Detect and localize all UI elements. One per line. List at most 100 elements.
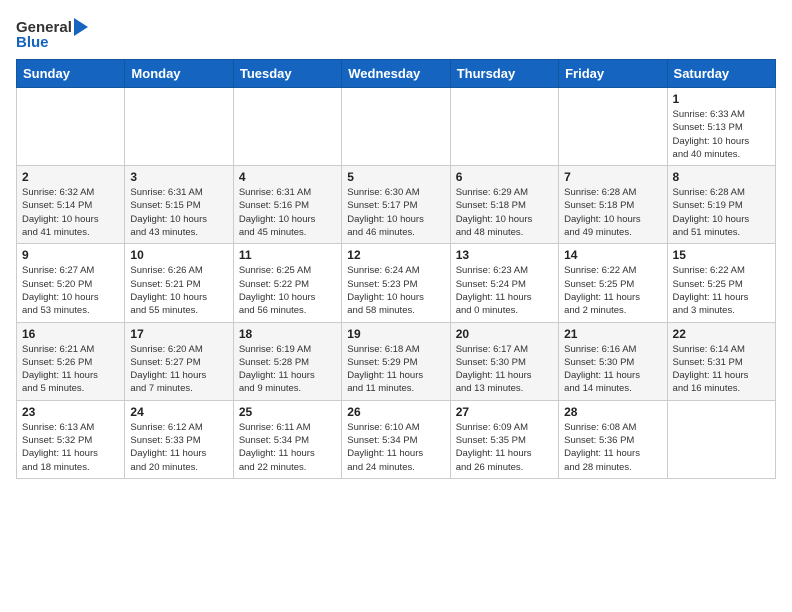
- day-of-week-header: Tuesday: [233, 60, 341, 88]
- day-info: Sunrise: 6:10 AM Sunset: 5:34 PM Dayligh…: [347, 421, 444, 474]
- day-info: Sunrise: 6:11 AM Sunset: 5:34 PM Dayligh…: [239, 421, 336, 474]
- calendar-cell: [125, 88, 233, 166]
- calendar-cell: [233, 88, 341, 166]
- calendar-cell: 17Sunrise: 6:20 AM Sunset: 5:27 PM Dayli…: [125, 322, 233, 400]
- day-number: 6: [456, 170, 553, 184]
- calendar-week-row: 23 Sunrise: 6:13 AM Sunset: 5:32 PM Dayli…: [17, 400, 776, 478]
- day-of-week-header: Wednesday: [342, 60, 450, 88]
- logo-general-text: General: [16, 19, 72, 36]
- calendar-cell: 13 Sunrise: 6:23 AM Sunset: 5:24 PM Dayli…: [450, 244, 558, 322]
- day-number: 5: [347, 170, 444, 184]
- day-info: Sunrise: 6:28 AM Sunset: 5:18 PM Dayligh…: [564, 186, 661, 239]
- day-number: 11: [239, 248, 336, 262]
- day-number: 25: [239, 405, 336, 419]
- calendar-cell: 12 Sunrise: 6:24 AM Sunset: 5:23 PM Dayli…: [342, 244, 450, 322]
- day-header-row: SundayMondayTuesdayWednesdayThursdayFrid…: [17, 60, 776, 88]
- day-number: 13: [456, 248, 553, 262]
- calendar-cell: 28 Sunrise: 6:08 AM Sunset: 5:36 PM Dayli…: [559, 400, 667, 478]
- day-number: 1: [673, 92, 770, 106]
- logo-arrow-icon: [74, 16, 92, 38]
- day-number: 4: [239, 170, 336, 184]
- day-number: 21: [564, 327, 661, 341]
- calendar-cell: [17, 88, 125, 166]
- day-info: Sunrise: 6:31 AM Sunset: 5:15 PM Dayligh…: [130, 186, 227, 239]
- day-of-week-header: Monday: [125, 60, 233, 88]
- calendar-cell: 19 Sunrise: 6:18 AM Sunset: 5:29 PM Dayli…: [342, 322, 450, 400]
- day-info: Sunrise: 6:22 AM Sunset: 5:25 PM Dayligh…: [564, 264, 661, 317]
- day-info: Sunrise: 6:19 AM Sunset: 5:28 PM Dayligh…: [239, 343, 336, 396]
- day-of-week-header: Sunday: [17, 60, 125, 88]
- calendar-cell: 2Sunrise: 6:32 AM Sunset: 5:14 PM Daylig…: [17, 166, 125, 244]
- day-info: Sunrise: 6:13 AM Sunset: 5:32 PM Dayligh…: [22, 421, 119, 474]
- day-number: 12: [347, 248, 444, 262]
- calendar-week-row: 2Sunrise: 6:32 AM Sunset: 5:14 PM Daylig…: [17, 166, 776, 244]
- calendar-cell: 20Sunrise: 6:17 AM Sunset: 5:30 PM Dayli…: [450, 322, 558, 400]
- calendar-cell: 24Sunrise: 6:12 AM Sunset: 5:33 PM Dayli…: [125, 400, 233, 478]
- day-info: Sunrise: 6:14 AM Sunset: 5:31 PM Dayligh…: [673, 343, 770, 396]
- day-number: 19: [347, 327, 444, 341]
- day-info: Sunrise: 6:28 AM Sunset: 5:19 PM Dayligh…: [673, 186, 770, 239]
- day-info: Sunrise: 6:31 AM Sunset: 5:16 PM Dayligh…: [239, 186, 336, 239]
- calendar-cell: 21 Sunrise: 6:16 AM Sunset: 5:30 PM Dayli…: [559, 322, 667, 400]
- day-of-week-header: Thursday: [450, 60, 558, 88]
- calendar-table: SundayMondayTuesdayWednesdayThursdayFrid…: [16, 59, 776, 479]
- calendar-cell: 25 Sunrise: 6:11 AM Sunset: 5:34 PM Dayli…: [233, 400, 341, 478]
- calendar-cell: 26 Sunrise: 6:10 AM Sunset: 5:34 PM Dayli…: [342, 400, 450, 478]
- calendar-cell: [450, 88, 558, 166]
- day-number: 27: [456, 405, 553, 419]
- day-number: 16: [22, 327, 119, 341]
- logo-blue-text: Blue: [16, 34, 49, 51]
- day-number: 20: [456, 327, 553, 341]
- calendar-cell: [342, 88, 450, 166]
- calendar-cell: [667, 400, 775, 478]
- day-number: 24: [130, 405, 227, 419]
- day-info: Sunrise: 6:16 AM Sunset: 5:30 PM Dayligh…: [564, 343, 661, 396]
- day-of-week-header: Friday: [559, 60, 667, 88]
- day-info: Sunrise: 6:23 AM Sunset: 5:24 PM Dayligh…: [456, 264, 553, 317]
- day-info: Sunrise: 6:24 AM Sunset: 5:23 PM Dayligh…: [347, 264, 444, 317]
- calendar-cell: 27Sunrise: 6:09 AM Sunset: 5:35 PM Dayli…: [450, 400, 558, 478]
- day-number: 8: [673, 170, 770, 184]
- calendar-cell: 6Sunrise: 6:29 AM Sunset: 5:18 PM Daylig…: [450, 166, 558, 244]
- calendar-cell: [559, 88, 667, 166]
- day-number: 28: [564, 405, 661, 419]
- calendar-cell: 9Sunrise: 6:27 AM Sunset: 5:20 PM Daylig…: [17, 244, 125, 322]
- calendar-week-row: 9Sunrise: 6:27 AM Sunset: 5:20 PM Daylig…: [17, 244, 776, 322]
- calendar-cell: 23 Sunrise: 6:13 AM Sunset: 5:32 PM Dayli…: [17, 400, 125, 478]
- day-number: 2: [22, 170, 119, 184]
- calendar-week-row: 16 Sunrise: 6:21 AM Sunset: 5:26 PM Dayli…: [17, 322, 776, 400]
- day-info: Sunrise: 6:33 AM Sunset: 5:13 PM Dayligh…: [673, 108, 770, 161]
- day-info: Sunrise: 6:27 AM Sunset: 5:20 PM Dayligh…: [22, 264, 119, 317]
- calendar-cell: 8 Sunrise: 6:28 AM Sunset: 5:19 PM Daylig…: [667, 166, 775, 244]
- day-info: Sunrise: 6:21 AM Sunset: 5:26 PM Dayligh…: [22, 343, 119, 396]
- page: General Blue SundayMondayTuesdayWednesda…: [0, 0, 792, 489]
- day-number: 26: [347, 405, 444, 419]
- calendar-week-row: 1 Sunrise: 6:33 AM Sunset: 5:13 PM Daylig…: [17, 88, 776, 166]
- calendar-cell: 5 Sunrise: 6:30 AM Sunset: 5:17 PM Daylig…: [342, 166, 450, 244]
- calendar-body: 1 Sunrise: 6:33 AM Sunset: 5:13 PM Daylig…: [17, 88, 776, 479]
- day-info: Sunrise: 6:25 AM Sunset: 5:22 PM Dayligh…: [239, 264, 336, 317]
- calendar-cell: 22Sunrise: 6:14 AM Sunset: 5:31 PM Dayli…: [667, 322, 775, 400]
- day-info: Sunrise: 6:20 AM Sunset: 5:27 PM Dayligh…: [130, 343, 227, 396]
- logo: General Blue: [16, 16, 92, 51]
- calendar-cell: 11 Sunrise: 6:25 AM Sunset: 5:22 PM Dayli…: [233, 244, 341, 322]
- day-number: 23: [22, 405, 119, 419]
- day-number: 3: [130, 170, 227, 184]
- day-info: Sunrise: 6:30 AM Sunset: 5:17 PM Dayligh…: [347, 186, 444, 239]
- day-number: 14: [564, 248, 661, 262]
- day-number: 18: [239, 327, 336, 341]
- calendar-cell: 14 Sunrise: 6:22 AM Sunset: 5:25 PM Dayli…: [559, 244, 667, 322]
- calendar-cell: 18 Sunrise: 6:19 AM Sunset: 5:28 PM Dayli…: [233, 322, 341, 400]
- day-number: 10: [130, 248, 227, 262]
- calendar-cell: 7 Sunrise: 6:28 AM Sunset: 5:18 PM Daylig…: [559, 166, 667, 244]
- day-of-week-header: Saturday: [667, 60, 775, 88]
- day-info: Sunrise: 6:08 AM Sunset: 5:36 PM Dayligh…: [564, 421, 661, 474]
- calendar-cell: 4 Sunrise: 6:31 AM Sunset: 5:16 PM Daylig…: [233, 166, 341, 244]
- calendar-header: SundayMondayTuesdayWednesdayThursdayFrid…: [17, 60, 776, 88]
- calendar-cell: 1 Sunrise: 6:33 AM Sunset: 5:13 PM Daylig…: [667, 88, 775, 166]
- day-number: 15: [673, 248, 770, 262]
- day-info: Sunrise: 6:18 AM Sunset: 5:29 PM Dayligh…: [347, 343, 444, 396]
- day-number: 7: [564, 170, 661, 184]
- day-info: Sunrise: 6:22 AM Sunset: 5:25 PM Dayligh…: [673, 264, 770, 317]
- day-info: Sunrise: 6:26 AM Sunset: 5:21 PM Dayligh…: [130, 264, 227, 317]
